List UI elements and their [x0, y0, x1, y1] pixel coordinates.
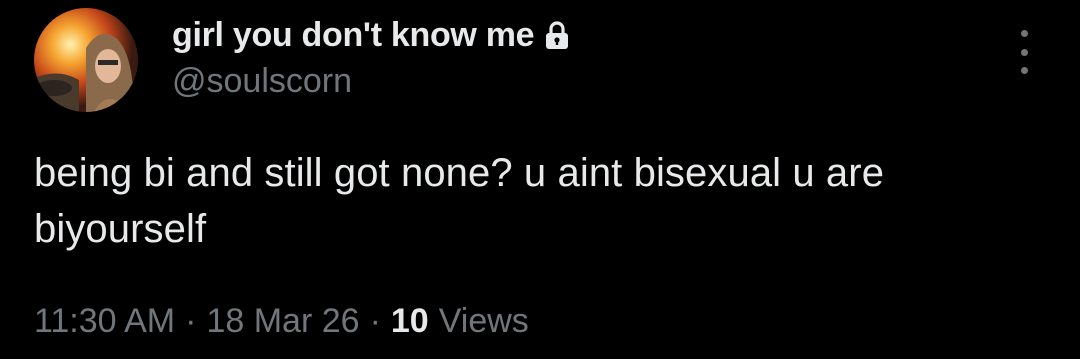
avatar[interactable] — [34, 8, 138, 112]
views-label[interactable]: Views — [439, 302, 529, 341]
display-name-row: girl you don't know me — [172, 12, 574, 58]
tweet-text: being bi and still got none? u aint bise… — [34, 151, 885, 251]
display-name[interactable]: girl you don't know me — [172, 16, 535, 55]
tweet-date[interactable]: 18 Mar 26 — [206, 302, 359, 341]
more-vertical-icon[interactable] — [1006, 30, 1042, 74]
lock-icon — [544, 19, 574, 51]
meta-separator: · — [185, 302, 197, 340]
more-dot — [1020, 48, 1028, 56]
meta-separator: · — [369, 302, 381, 340]
tweet-time[interactable]: 11:30 AM — [34, 302, 175, 341]
views-count[interactable]: 10 — [391, 302, 429, 341]
tweet-meta: 11:30 AM · 18 Mar 26 · 10 Views — [34, 302, 529, 341]
more-dot — [1020, 30, 1028, 37]
tweet-card[interactable]: girl you don't know me @soulscorn being … — [0, 0, 1080, 359]
avatar-photo — [34, 8, 138, 112]
user-handle[interactable]: @soulscorn — [172, 62, 352, 101]
more-dot — [1020, 67, 1028, 74]
